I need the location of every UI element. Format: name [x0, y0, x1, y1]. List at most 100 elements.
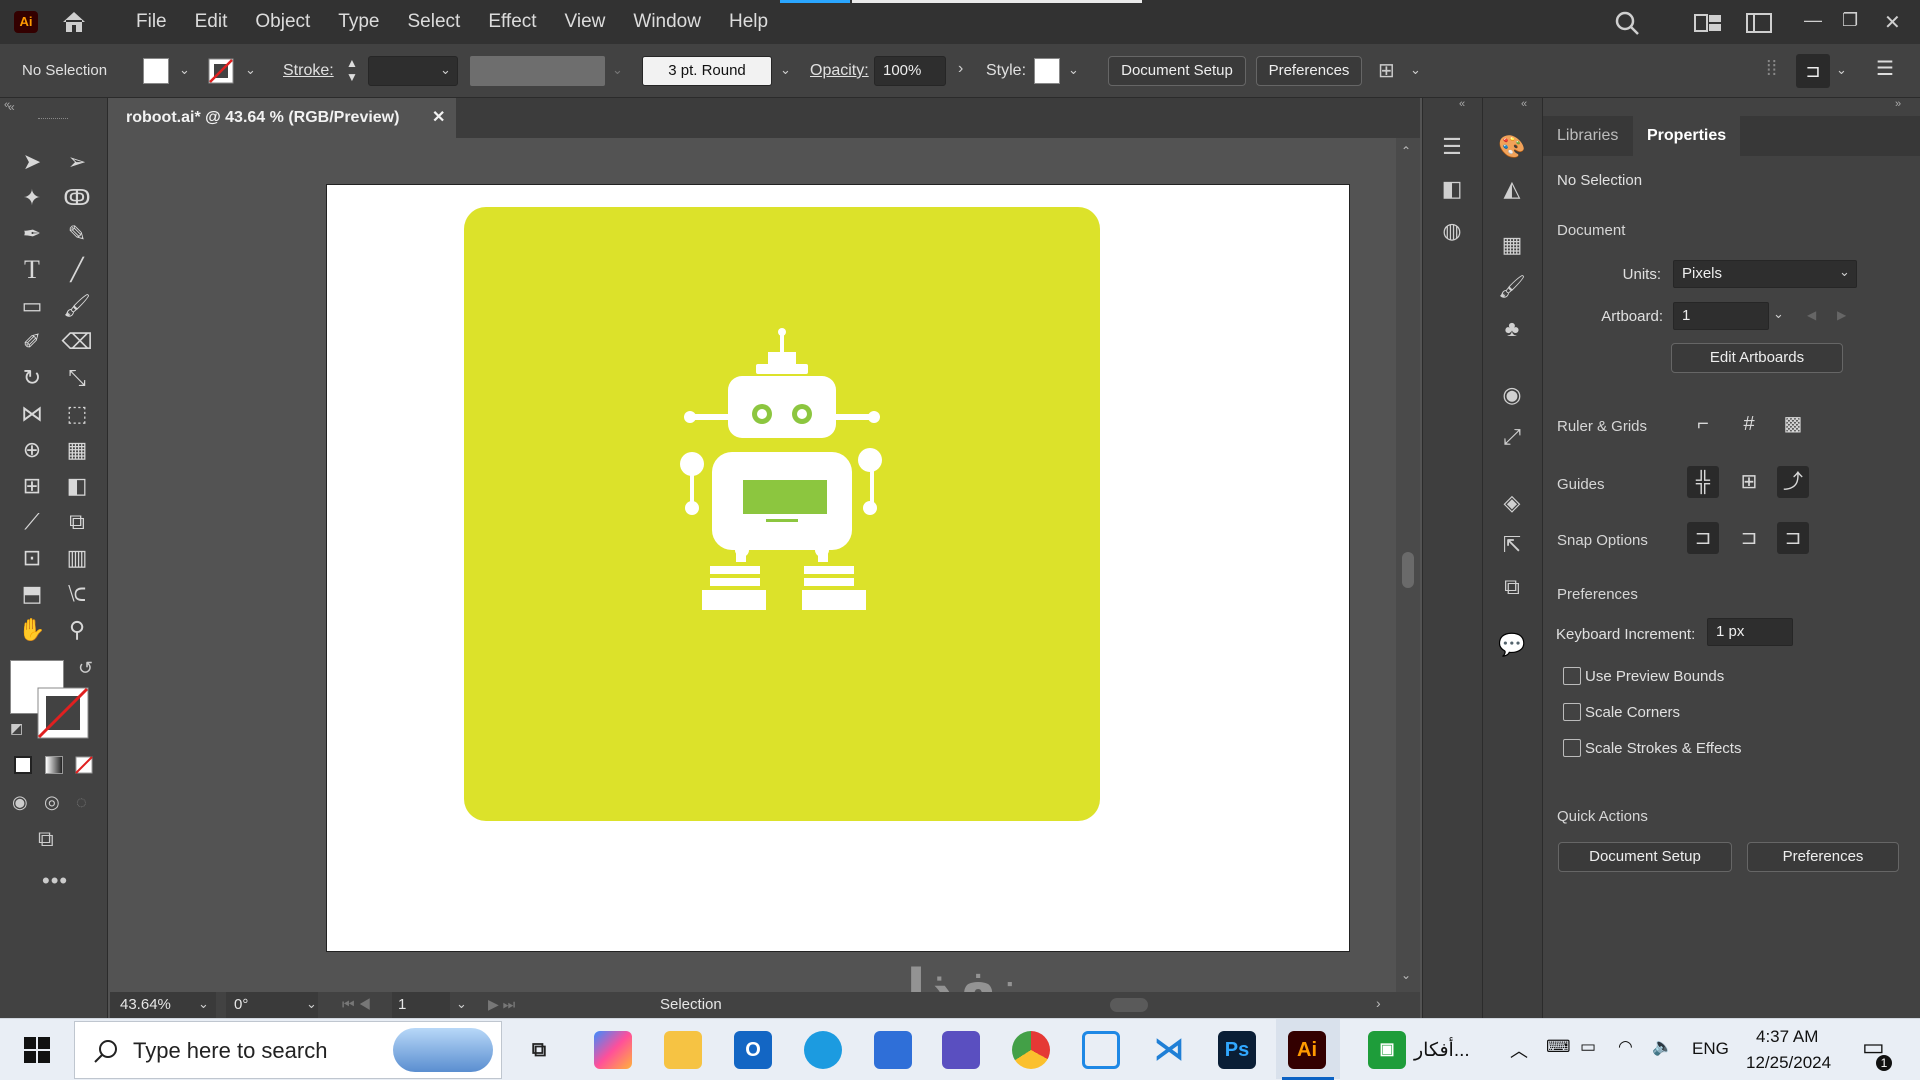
edit-toolbar-icon[interactable]: •••: [42, 868, 68, 894]
snap-chevron-icon[interactable]: ⌄: [1836, 62, 1847, 78]
stroke-chevron-icon[interactable]: ⌄: [245, 62, 256, 78]
rotate-tool-icon[interactable]: ↻: [15, 362, 49, 394]
artboard-select[interactable]: 1: [1673, 302, 1769, 330]
column-graph-tool-icon[interactable]: ▥: [60, 542, 94, 574]
transparency-panel-icon[interactable]: ◍: [1437, 216, 1467, 246]
illustrator-taskbar-icon[interactable]: Ai: [1288, 1031, 1326, 1069]
properties-panel-icon[interactable]: ☰: [1437, 132, 1467, 162]
appearance-panel-icon[interactable]: ◉: [1497, 380, 1527, 410]
copilot-icon[interactable]: [594, 1031, 632, 1069]
fill-swatch[interactable]: [143, 58, 169, 84]
zoom-tool-icon[interactable]: ⚲: [60, 614, 94, 646]
rectangle-tool-icon[interactable]: ▭: [15, 290, 49, 322]
collapse-left-icon[interactable]: «: [4, 99, 10, 111]
pinned-app-icon[interactable]: ▣: [1368, 1031, 1406, 1069]
opacity-field[interactable]: 100%: [874, 56, 946, 86]
direct-selection-tool-icon[interactable]: ➢: [60, 146, 94, 178]
expand-strip-2-icon[interactable]: «: [1521, 98, 1527, 110]
type-tool-icon[interactable]: T: [15, 254, 49, 286]
graphic-style-swatch[interactable]: [1034, 58, 1060, 84]
transform-panel-icon[interactable]: ⤢: [1497, 422, 1527, 452]
opacity-expand-icon[interactable]: ›: [958, 60, 963, 78]
expand-strip-1-icon[interactable]: «: [1459, 98, 1465, 110]
outlook-icon[interactable]: O: [734, 1031, 772, 1069]
scale-strokes-checkbox[interactable]: [1563, 739, 1581, 757]
show-hidden-icons-icon[interactable]: ︿: [1510, 1037, 1528, 1063]
first-artboard-icon[interactable]: ⏮ ◀: [342, 996, 371, 1013]
symbol-sprayer-tool-icon[interactable]: ⊡: [15, 542, 49, 574]
line-tool-icon[interactable]: ╱: [60, 254, 94, 286]
menu-effect[interactable]: Effect: [474, 0, 550, 44]
stroke-label[interactable]: Stroke:: [283, 44, 334, 98]
curvature-tool-icon[interactable]: ✎: [60, 218, 94, 250]
use-preview-bounds-checkbox[interactable]: [1563, 667, 1581, 685]
scale-tool-icon[interactable]: ⤡: [60, 362, 94, 394]
color-guide-icon[interactable]: ◭: [1497, 174, 1527, 204]
selection-tool-icon[interactable]: ➤: [15, 146, 49, 178]
pinned-app-label[interactable]: أفكار...: [1414, 1039, 1470, 1062]
variable-width-profile[interactable]: [470, 56, 605, 86]
symbols-panel-icon[interactable]: ♣: [1497, 314, 1527, 344]
default-colors-icon[interactable]: ◩: [10, 720, 23, 737]
tools-grip[interactable]: [38, 118, 68, 121]
last-artboard-icon[interactable]: ▶ ⏭: [488, 996, 515, 1013]
menu-object[interactable]: Object: [241, 0, 324, 44]
gradient-panel-icon[interactable]: ◧: [1437, 174, 1467, 204]
eyedropper-tool-icon[interactable]: ⟋: [15, 506, 49, 538]
preferences-button[interactable]: Preferences: [1256, 56, 1362, 86]
artboard-nav-chevron-icon[interactable]: ⌄: [456, 996, 467, 1012]
volume-icon[interactable]: 🔈: [1652, 1037, 1673, 1057]
grid-icon[interactable]: #: [1733, 408, 1765, 440]
clock-date[interactable]: 12/25/2024: [1746, 1053, 1831, 1073]
stroke-weight-chevron-icon[interactable]: ⌄: [440, 62, 451, 78]
menu-window[interactable]: Window: [619, 0, 715, 44]
width-tool-icon[interactable]: ⋈: [15, 398, 49, 430]
artboard-chevron-icon[interactable]: ⌄: [1773, 306, 1784, 322]
artboard-tool-icon[interactable]: ⬒: [15, 578, 49, 610]
menu-type[interactable]: Type: [324, 0, 393, 44]
comments-panel-icon[interactable]: 💬: [1497, 630, 1527, 660]
slice-tool-icon[interactable]: ⟈: [60, 578, 94, 610]
vscode-icon[interactable]: ⋊: [1150, 1031, 1188, 1069]
workspace-icon[interactable]: [1746, 13, 1772, 33]
scroll-thumb[interactable]: [1402, 552, 1414, 588]
magic-wand-tool-icon[interactable]: ✦: [15, 182, 49, 214]
opacity-label[interactable]: Opacity:: [810, 44, 869, 98]
scale-corners-checkbox[interactable]: [1563, 703, 1581, 721]
lock-guides-icon[interactable]: ⊞: [1733, 466, 1765, 498]
transform-icon[interactable]: ⊞: [1378, 58, 1395, 83]
units-select[interactable]: Pixels: [1673, 260, 1857, 288]
arrange-documents-icon[interactable]: [1694, 14, 1722, 32]
color-panel-icon[interactable]: 🎨: [1497, 132, 1527, 162]
menu-help[interactable]: Help: [715, 0, 782, 44]
task-view-icon[interactable]: ⧉: [520, 1031, 558, 1069]
tab-libraries[interactable]: Libraries: [1543, 116, 1632, 156]
rotation-chevron-icon[interactable]: ⌄: [306, 996, 317, 1012]
snap-to-point-option-icon[interactable]: ⊐: [1687, 522, 1719, 554]
show-guides-icon[interactable]: ╬: [1687, 466, 1719, 498]
brush-chevron-icon[interactable]: ⌄: [780, 62, 791, 78]
hand-tool-icon[interactable]: ✋: [15, 614, 49, 646]
rotation-field[interactable]: 0°: [226, 992, 318, 1018]
windows-start-icon[interactable]: [24, 1037, 50, 1063]
vertical-scrollbar[interactable]: ⌃ ⌄: [1396, 138, 1420, 992]
style-chevron-icon[interactable]: ⌄: [1068, 62, 1079, 78]
photoshop-icon[interactable]: Ps: [1218, 1031, 1256, 1069]
remote-app-icon[interactable]: [1082, 1031, 1120, 1069]
export-panel-icon[interactable]: ⇱: [1497, 530, 1527, 560]
gradient-tool-icon[interactable]: ◧: [60, 470, 94, 502]
menu-file[interactable]: File: [122, 0, 181, 44]
quick-preferences-button[interactable]: Preferences: [1747, 842, 1899, 872]
scroll-right-icon[interactable]: ›: [1376, 995, 1381, 1011]
close-document-icon[interactable]: ✕: [432, 98, 445, 138]
draw-normal-icon[interactable]: ◉: [12, 792, 28, 813]
clock-time[interactable]: 4:37 AM: [1756, 1027, 1818, 1047]
smart-guides-icon[interactable]: ⤴: [1777, 466, 1809, 498]
draw-inside-icon[interactable]: ◌: [76, 792, 87, 813]
profile-chevron-icon[interactable]: ⌄: [612, 62, 623, 78]
horizontal-scroll-thumb[interactable]: [1110, 998, 1148, 1012]
swatches-panel-icon[interactable]: ▦: [1497, 230, 1527, 260]
chrome-icon[interactable]: [1012, 1031, 1050, 1069]
snap-to-point-icon[interactable]: ⊐: [1796, 54, 1830, 88]
file-explorer-icon[interactable]: [664, 1031, 702, 1069]
